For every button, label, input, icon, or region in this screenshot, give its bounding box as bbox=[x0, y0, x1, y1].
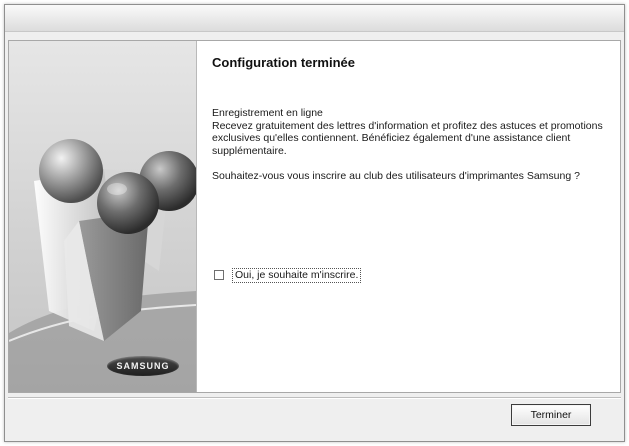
title-bar[interactable] bbox=[5, 5, 624, 32]
side-banner: SAMSUNG bbox=[9, 41, 197, 392]
finish-button[interactable]: Terminer bbox=[511, 404, 591, 426]
samsung-logo: SAMSUNG bbox=[107, 356, 179, 376]
page-title: Configuration terminée bbox=[212, 55, 356, 70]
register-checkbox[interactable] bbox=[214, 270, 224, 280]
main-panel: SAMSUNG Configuration terminée Enregistr… bbox=[8, 40, 621, 393]
register-checkbox-label[interactable]: Oui, je souhaite m'inscrire. bbox=[232, 268, 362, 283]
footer-divider bbox=[8, 397, 621, 399]
installer-dialog: SAMSUNG Configuration terminée Enregistr… bbox=[4, 4, 625, 442]
question-text: Souhaitez-vous vous inscrire au club des… bbox=[212, 170, 580, 182]
registration-text: Enregistrement en ligne Recevez gratuite… bbox=[212, 107, 603, 157]
spheres-illustration bbox=[9, 139, 196, 392]
